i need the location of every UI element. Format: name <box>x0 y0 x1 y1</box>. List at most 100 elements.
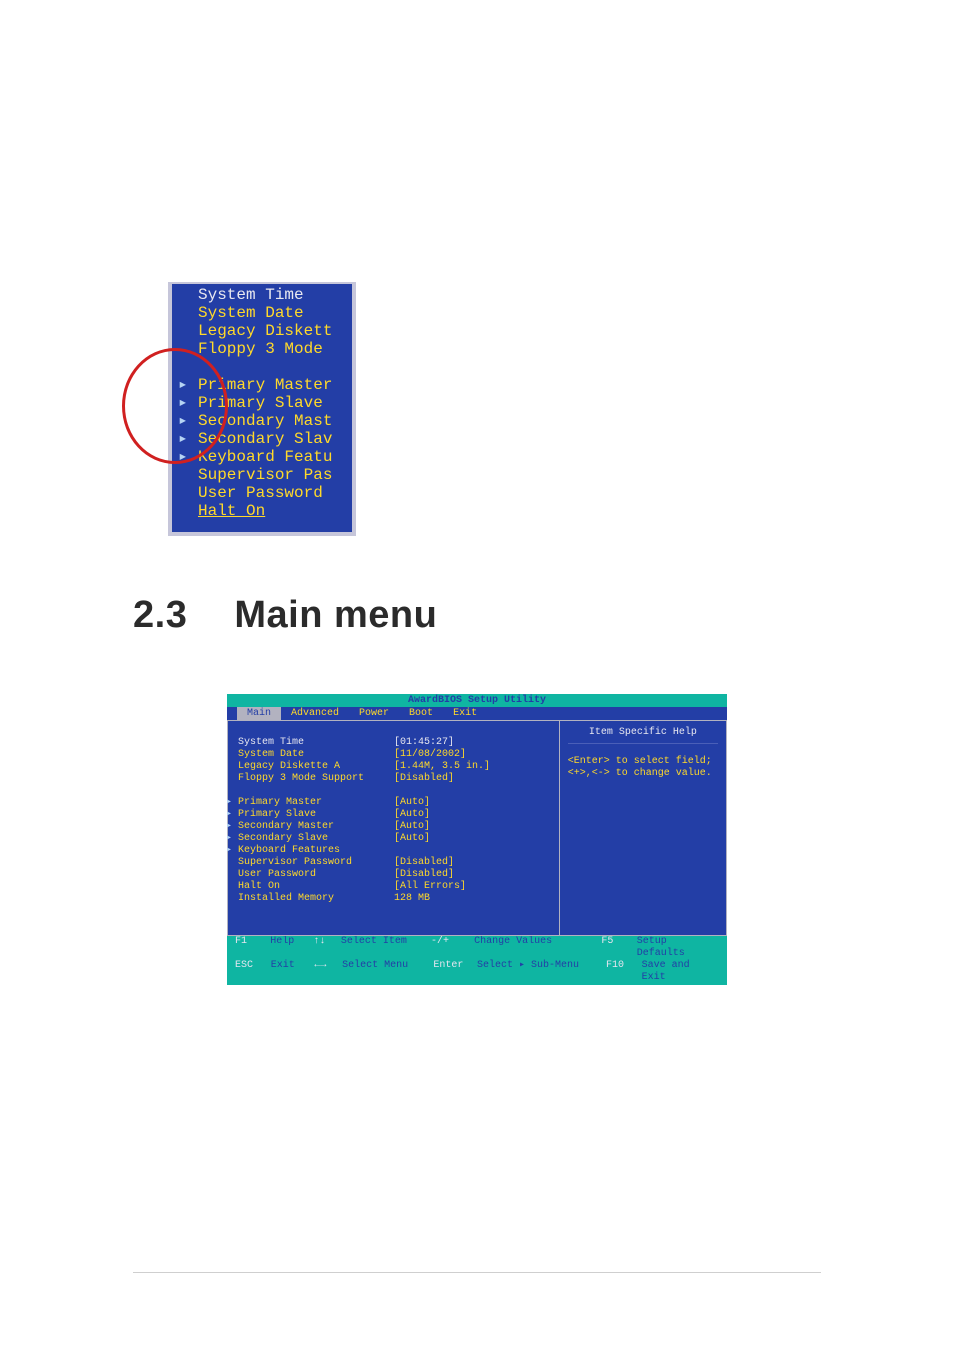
key-hint: ←→ <box>314 960 342 984</box>
snippet-label: Keyboard Featu <box>198 448 332 466</box>
bios-item-label-text: System Time <box>238 737 304 748</box>
bios-item-row[interactable]: ▸Primary Slave[Auto] <box>238 809 549 821</box>
submenu-pointer-icon: ▸ <box>178 394 198 412</box>
bios-tab-main[interactable]: Main <box>237 707 281 720</box>
bios-item-value: [11/08/2002] <box>394 749 466 761</box>
bios-help-line: <+>,<-> to change value. <box>568 768 718 780</box>
submenu-pointer-icon: ▸ <box>178 412 198 430</box>
bios-item-label: ▸Secondary Master <box>238 821 394 833</box>
bios-help-panel: Item Specific Help <Enter> to select fie… <box>560 720 727 936</box>
bios-item-row[interactable]: ▸Secondary Slave[Auto] <box>238 833 549 845</box>
key-hint: ESC <box>235 960 271 984</box>
section-title: Main menu <box>234 594 437 636</box>
submenu-pointer-icon: ▸ <box>178 448 198 466</box>
bios-item-label-text: Floppy 3 Mode Support <box>238 773 364 784</box>
key-action: Select ▸ Sub-Menu <box>477 960 606 984</box>
bios-item-value: [All Errors] <box>394 881 466 893</box>
page-footer-rule <box>133 1272 821 1273</box>
snippet-label: Floppy 3 Mode <box>198 340 323 358</box>
bios-item-label: Floppy 3 Mode Support <box>238 773 394 785</box>
key-action: Setup Defaults <box>637 936 719 960</box>
bios-footer-row: ESC Exit ←→ Select Menu Enter Select ▸ S… <box>235 960 719 984</box>
bios-item-label: System Time <box>238 737 394 749</box>
bios-item-value: [Auto] <box>394 821 430 833</box>
bios-main-panel: System Time [01:45:27] System Date [11/08/2… <box>227 720 560 936</box>
bios-item-row[interactable]: System Date [11/08/2002] <box>238 749 549 761</box>
bios-item-value: [Disabled] <box>394 869 454 881</box>
submenu-pointer-icon: ▸ <box>226 809 238 821</box>
bios-help-line: <Enter> to select field; <box>568 756 718 768</box>
bios-body: System Time [01:45:27] System Date [11/08/2… <box>227 720 727 936</box>
snippet-row: ▸Keyboard Featu <box>198 448 346 466</box>
bios-item-label-text: Supervisor Password <box>238 857 352 868</box>
submenu-pointer-icon: ▸ <box>226 797 238 809</box>
snippet-label: Secondary Mast <box>198 412 332 430</box>
bios-item-label: Halt On <box>238 881 394 893</box>
bios-item-row[interactable]: ▸Secondary Master[Auto] <box>238 821 549 833</box>
snippet-label: Legacy Diskett <box>198 322 332 340</box>
bios-item-value: [1.44M, 3.5 in.] <box>394 761 490 773</box>
key-action: Select Menu <box>342 960 433 984</box>
bios-menubar: MainAdvancedPowerBootExit <box>227 707 727 720</box>
submenu-pointer-icon: ▸ <box>226 833 238 845</box>
key-action: Save and Exit <box>642 960 719 984</box>
bios-window: AwardBIOS Setup Utility MainAdvancedPowe… <box>227 694 727 985</box>
bios-item-value: [Auto] <box>394 833 430 845</box>
bios-tab-advanced[interactable]: Advanced <box>281 707 349 720</box>
snippet-row: Floppy 3 Mode <box>198 340 346 358</box>
snippet-label: Halt On <box>198 502 265 520</box>
bios-item-row[interactable]: User Password [Disabled] <box>238 869 549 881</box>
bios-item-value: 128 MB <box>394 893 430 905</box>
bios-item-label-text: Legacy Diskette A <box>238 761 340 772</box>
bios-item-value: [01:45:27] <box>394 737 454 749</box>
snippet-label: Supervisor Pas <box>198 466 332 484</box>
snippet-label: System Date <box>198 304 304 322</box>
bios-title-bar: AwardBIOS Setup Utility <box>227 694 727 707</box>
bios-item-row[interactable]: System Time [01:45:27] <box>238 737 549 749</box>
bios-item-label: ▸Keyboard Features <box>238 845 394 857</box>
bios-item-row[interactable]: ▸Primary Master[Auto] <box>238 797 549 809</box>
bios-item-value: [Auto] <box>394 797 430 809</box>
bios-item-label-text: Keyboard Features <box>238 845 340 856</box>
bios-help-title: Item Specific Help <box>568 727 718 744</box>
key-hint: F10 <box>606 960 642 984</box>
bios-item-row[interactable]: Halt On [All Errors] <box>238 881 549 893</box>
bios-snippet: System TimeSystem DateLegacy DiskettFlop… <box>168 282 356 536</box>
bios-tab-boot[interactable]: Boot <box>399 707 443 720</box>
bios-item-label-text: User Password <box>238 869 316 880</box>
bios-item-row[interactable]: Legacy Diskette A [1.44M, 3.5 in.] <box>238 761 549 773</box>
bios-item-row[interactable]: Floppy 3 Mode Support [Disabled] <box>238 773 549 785</box>
bios-item-row[interactable]: Installed Memory 128 MB <box>238 893 549 905</box>
bios-item-label-text: Halt On <box>238 881 280 892</box>
submenu-pointer-icon: ▸ <box>178 376 198 394</box>
bios-footer: F1 Help ↑↓ Select Item -/+ Change Values… <box>227 936 727 985</box>
key-hint: Enter <box>433 960 477 984</box>
bios-item-label: System Date <box>238 749 394 761</box>
bios-item-label-text: Secondary Slave <box>238 833 328 844</box>
snippet-row: User Password <box>198 484 346 502</box>
bios-footer-row: F1 Help ↑↓ Select Item -/+ Change Values… <box>235 936 719 960</box>
section-heading: 2.3 Main menu <box>133 594 437 637</box>
bios-item-value: [Auto] <box>394 809 430 821</box>
bios-tab-power[interactable]: Power <box>349 707 399 720</box>
snippet-row: System Date <box>198 304 346 322</box>
bios-item-value: [Disabled] <box>394 773 454 785</box>
bios-item-label-text: Installed Memory <box>238 893 334 904</box>
bios-tab-exit[interactable]: Exit <box>443 707 487 720</box>
bios-item-label-text: Secondary Master <box>238 821 334 832</box>
key-hint: F1 <box>235 936 270 960</box>
snippet-row <box>198 358 346 376</box>
key-action: Select Item <box>341 936 431 960</box>
snippet-label: Primary Master <box>198 376 332 394</box>
bios-item-row[interactable]: ▸Keyboard Features <box>238 845 549 857</box>
bios-item-row[interactable]: Supervisor Password[Disabled] <box>238 857 549 869</box>
submenu-pointer-icon: ▸ <box>226 821 238 833</box>
snippet-row: Legacy Diskett <box>198 322 346 340</box>
key-action: Exit <box>271 960 315 984</box>
snippet-row: ▸Secondary Mast <box>198 412 346 430</box>
bios-item-label: Supervisor Password <box>238 857 394 869</box>
bios-item-label: ▸Primary Master <box>238 797 394 809</box>
key-hint: F5 <box>601 936 636 960</box>
bios-item-label-text: System Date <box>238 749 304 760</box>
bios-item-label: User Password <box>238 869 394 881</box>
